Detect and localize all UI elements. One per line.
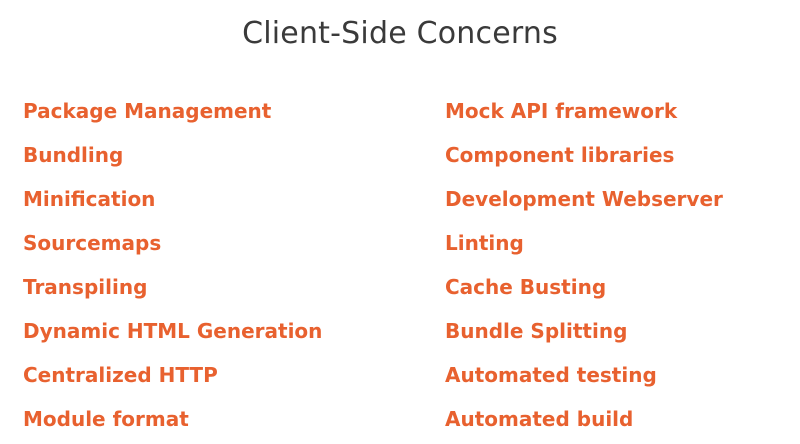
slide: Client-Side Concerns Package Management … — [0, 0, 800, 444]
list-item: Development Webserver — [445, 187, 723, 211]
list-item: Bundling — [23, 143, 124, 167]
list-item: Automated testing — [445, 363, 657, 387]
list-item: Dynamic HTML Generation — [23, 319, 323, 343]
list-item: Module format — [23, 407, 189, 431]
list-item: Component libraries — [445, 143, 675, 167]
slide-title: Client-Side Concerns — [242, 16, 558, 51]
list-item: Transpiling — [23, 275, 148, 299]
list-item: Package Management — [23, 99, 272, 123]
list-item: Mock API framework — [445, 99, 678, 123]
list-item: Automated build — [445, 407, 634, 431]
list-item: Cache Busting — [445, 275, 607, 299]
left-concerns-list: Package Management Bundling Minification… — [23, 96, 322, 444]
list-item: Bundle Splitting — [445, 319, 628, 343]
right-concerns-list: Mock API framework Component libraries D… — [445, 96, 723, 444]
list-item: Linting — [445, 231, 524, 255]
list-item: Centralized HTTP — [23, 363, 218, 387]
list-item: Minification — [23, 187, 156, 211]
list-item: Sourcemaps — [23, 231, 162, 255]
